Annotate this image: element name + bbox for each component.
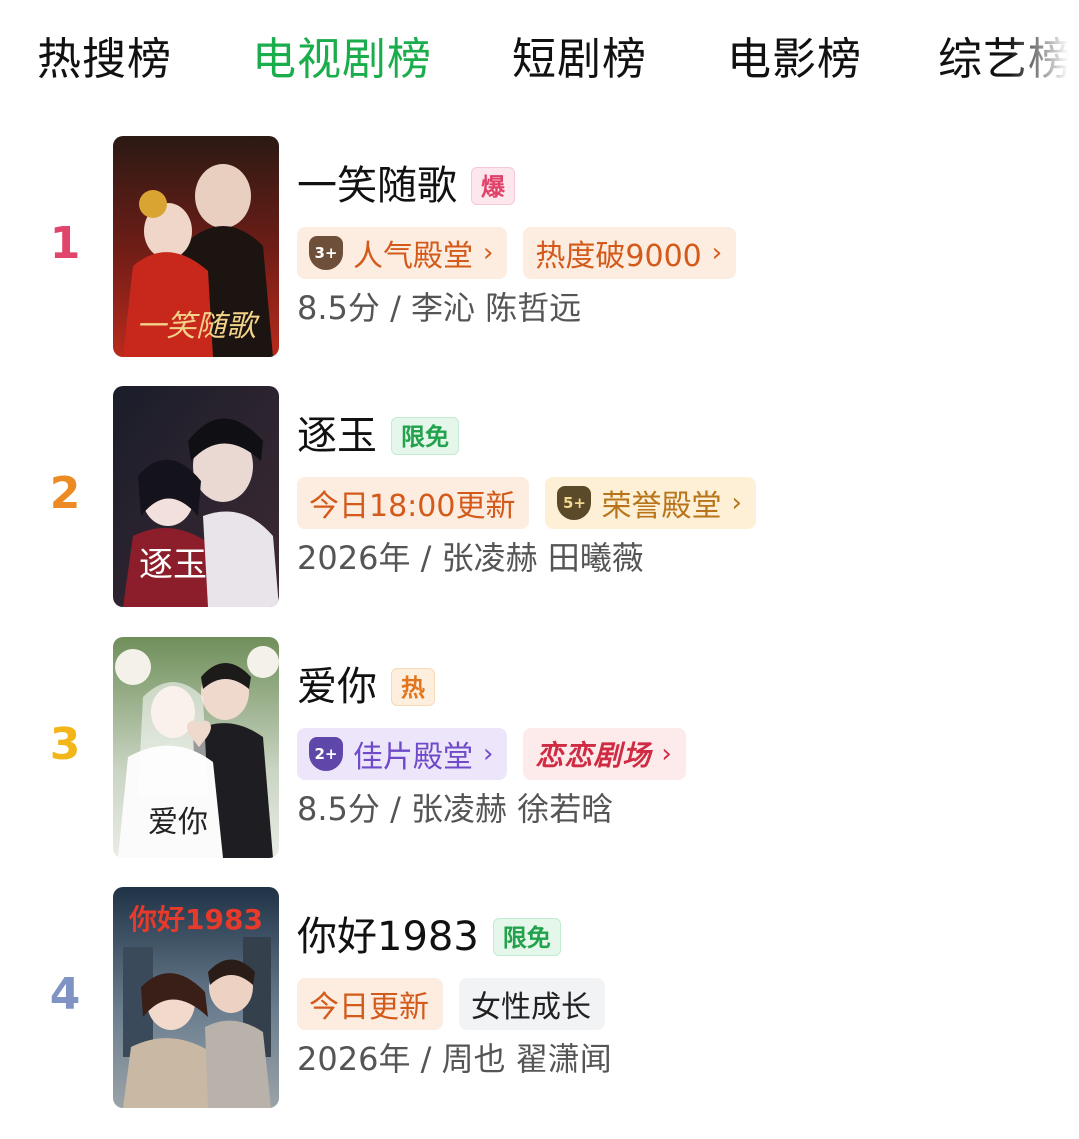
trophy-shield-icon: 5+ xyxy=(557,486,592,520)
chevron-right-icon: › xyxy=(483,739,494,769)
honor-tag[interactable]: 3+ 人气殿堂 › xyxy=(297,227,508,279)
list-item[interactable]: 2 逐玉 逐玉 限免 今日18:00更新 5+ 荣誉殿堂 › 2026年 / 张… xyxy=(0,386,1079,608)
tab-tv-series[interactable]: 电视剧榜 xyxy=(252,30,432,90)
poster-image[interactable]: 爱你 xyxy=(113,637,279,858)
show-meta: 8.5分 / 张凌赫 徐若晗 xyxy=(297,790,614,828)
poster-title-text: 爱你 xyxy=(148,805,208,840)
poster-title-text: 你好1983 xyxy=(128,903,263,936)
rank-number: 2 xyxy=(49,468,81,519)
category-tab-bar: 热搜榜 电视剧榜 短剧榜 电影榜 综艺榜 xyxy=(0,0,1079,120)
honor-tag[interactable]: 2+ 佳片殿堂 › xyxy=(297,728,508,780)
romance-theater-logo: 恋恋剧场 xyxy=(535,739,652,772)
heat-tag[interactable]: 热度破9000 › xyxy=(523,227,737,279)
show-title[interactable]: 一笑随歌 xyxy=(297,158,457,214)
tab-movie[interactable]: 电影榜 xyxy=(727,30,862,90)
tag-label: 今日更新 xyxy=(309,990,429,1025)
tag-label: 荣誉殿堂 xyxy=(601,489,722,524)
poster-title-text: 逐玉 xyxy=(139,545,207,585)
tab-short-drama[interactable]: 短剧榜 xyxy=(512,30,647,90)
tag-label: 热度破9000 xyxy=(535,239,702,274)
tag-label: 人气殿堂 xyxy=(353,239,473,274)
update-tag[interactable]: 今日18:00更新 xyxy=(297,477,530,529)
rank-number: 4 xyxy=(49,969,81,1020)
status-badge: 爆 xyxy=(471,167,515,205)
chevron-right-icon: › xyxy=(711,238,723,268)
tab-overflow-fade xyxy=(1009,20,1079,100)
chevron-right-icon: › xyxy=(661,739,672,769)
list-item[interactable]: 4 你好1983 你好1983 限免 今日更新 女性成长 2026年 / 周也 … xyxy=(0,887,1079,1109)
poster-title-text: 一笑随歌 xyxy=(136,309,260,344)
status-badge: 限免 xyxy=(492,918,561,956)
chevron-right-icon: › xyxy=(731,488,742,518)
honor-tag[interactable]: 5+ 荣誉殿堂 › xyxy=(545,477,756,529)
poster-image[interactable]: 逐玉 xyxy=(113,386,279,607)
tag-label: 今日18:00更新 xyxy=(309,489,516,524)
list-item[interactable]: 1 一笑随歌 一笑随歌 爆 3+ 人气殿堂 › 热度破9000 › 8.5分 /… xyxy=(0,136,1079,358)
poster-image[interactable]: 你好1983 xyxy=(113,887,279,1108)
status-badge: 热 xyxy=(391,668,435,706)
trophy-shield-icon: 2+ xyxy=(309,737,343,771)
show-meta: 2026年 / 周也 翟潇闻 xyxy=(297,1040,612,1078)
rank-number: 1 xyxy=(49,218,81,269)
status-badge: 限免 xyxy=(391,417,459,455)
theater-tag[interactable]: 恋恋剧场 › xyxy=(523,728,686,780)
tag-label: 佳片殿堂 xyxy=(353,740,473,775)
poster-image[interactable]: 一笑随歌 xyxy=(113,136,279,357)
show-meta: 8.5分 / 李沁 陈哲远 xyxy=(297,289,582,327)
tag-label: 女性成长 xyxy=(471,990,591,1025)
trophy-shield-icon: 3+ xyxy=(309,236,343,270)
list-item[interactable]: 3 爱你 爱你 热 2+ 佳片殿堂 › 恋恋剧场 › 8.5分 / 张凌赫 徐若… xyxy=(0,637,1079,859)
show-meta: 2026年 / 张凌赫 田曦薇 xyxy=(297,539,644,577)
chevron-right-icon: › xyxy=(483,238,494,268)
rank-number: 3 xyxy=(49,719,81,770)
show-title[interactable]: 爱你 xyxy=(297,659,377,715)
show-title[interactable]: 你好1983 xyxy=(297,909,479,965)
tab-hot-search[interactable]: 热搜榜 xyxy=(37,30,172,90)
genre-tag[interactable]: 女性成长 xyxy=(459,978,605,1030)
update-tag[interactable]: 今日更新 xyxy=(297,978,443,1030)
show-title[interactable]: 逐玉 xyxy=(297,408,377,464)
